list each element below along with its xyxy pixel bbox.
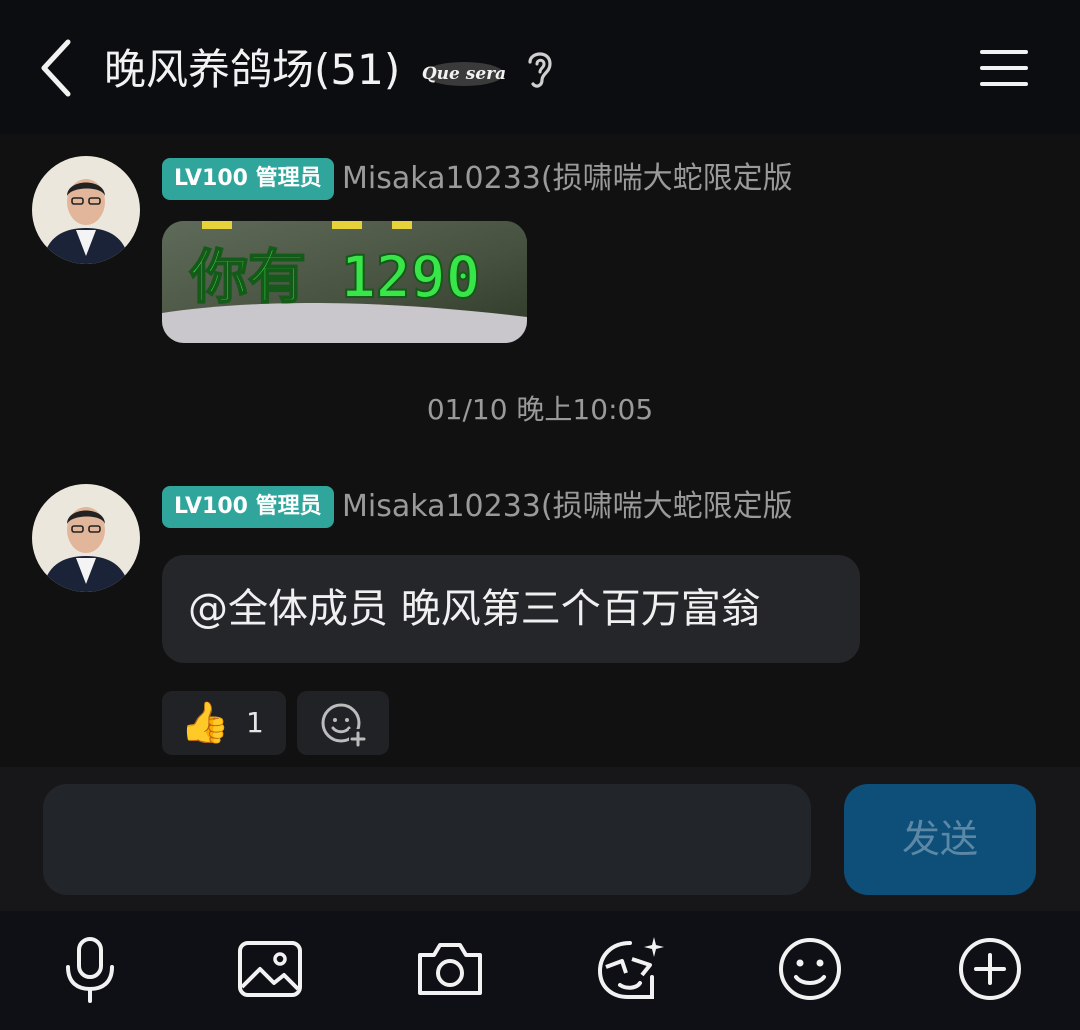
thumbs-up-reaction[interactable]: 👍 1 bbox=[162, 691, 286, 755]
chat-header: 晚风养鸽场(51) Que sera bbox=[0, 0, 1080, 134]
input-area: 发送 bbox=[0, 767, 1080, 911]
image-icon[interactable] bbox=[232, 931, 308, 1007]
thumbs-up-icon: 👍 bbox=[180, 700, 230, 746]
sender-name[interactable]: Misaka10233(损啸喘大蛇限定版 bbox=[342, 486, 793, 528]
level-badge: LV100 管理员 bbox=[162, 158, 334, 200]
camera-icon[interactable] bbox=[412, 931, 488, 1007]
avatar[interactable] bbox=[32, 484, 140, 592]
reaction-count: 1 bbox=[246, 706, 264, 739]
text-message[interactable]: @全体成员 晚风第三个百万富翁 bbox=[162, 555, 860, 663]
svg-text:Que sera: Que sera bbox=[422, 64, 506, 84]
sender-name[interactable]: Misaka10233(损啸喘大蛇限定版 bbox=[342, 158, 793, 200]
add-reaction-button[interactable] bbox=[297, 691, 389, 755]
que-sera-badge-icon[interactable]: Que sera bbox=[420, 52, 508, 92]
send-button[interactable]: 发送 bbox=[844, 784, 1036, 895]
menu-icon[interactable] bbox=[976, 44, 1032, 92]
avatar[interactable] bbox=[32, 156, 140, 264]
bottom-toolbar bbox=[0, 911, 1080, 1030]
ear-icon[interactable] bbox=[522, 46, 558, 92]
level-badge: LV100 管理员 bbox=[162, 486, 334, 528]
microphone-icon[interactable] bbox=[52, 931, 128, 1007]
time-separator: 01/10 晚上10:05 bbox=[426, 393, 654, 426]
chat-title[interactable]: 晚风养鸽场(51) bbox=[104, 38, 400, 102]
message-input[interactable] bbox=[43, 784, 811, 895]
sticker-icon[interactable] bbox=[592, 931, 668, 1007]
emoji-icon[interactable] bbox=[772, 931, 848, 1007]
add-reaction-icon bbox=[321, 703, 367, 747]
image-message[interactable]: 你有 1290 bbox=[162, 221, 527, 343]
plus-icon[interactable] bbox=[952, 931, 1028, 1007]
image-caption: 你有 1290 bbox=[189, 243, 481, 311]
back-arrow-icon[interactable] bbox=[36, 38, 80, 98]
